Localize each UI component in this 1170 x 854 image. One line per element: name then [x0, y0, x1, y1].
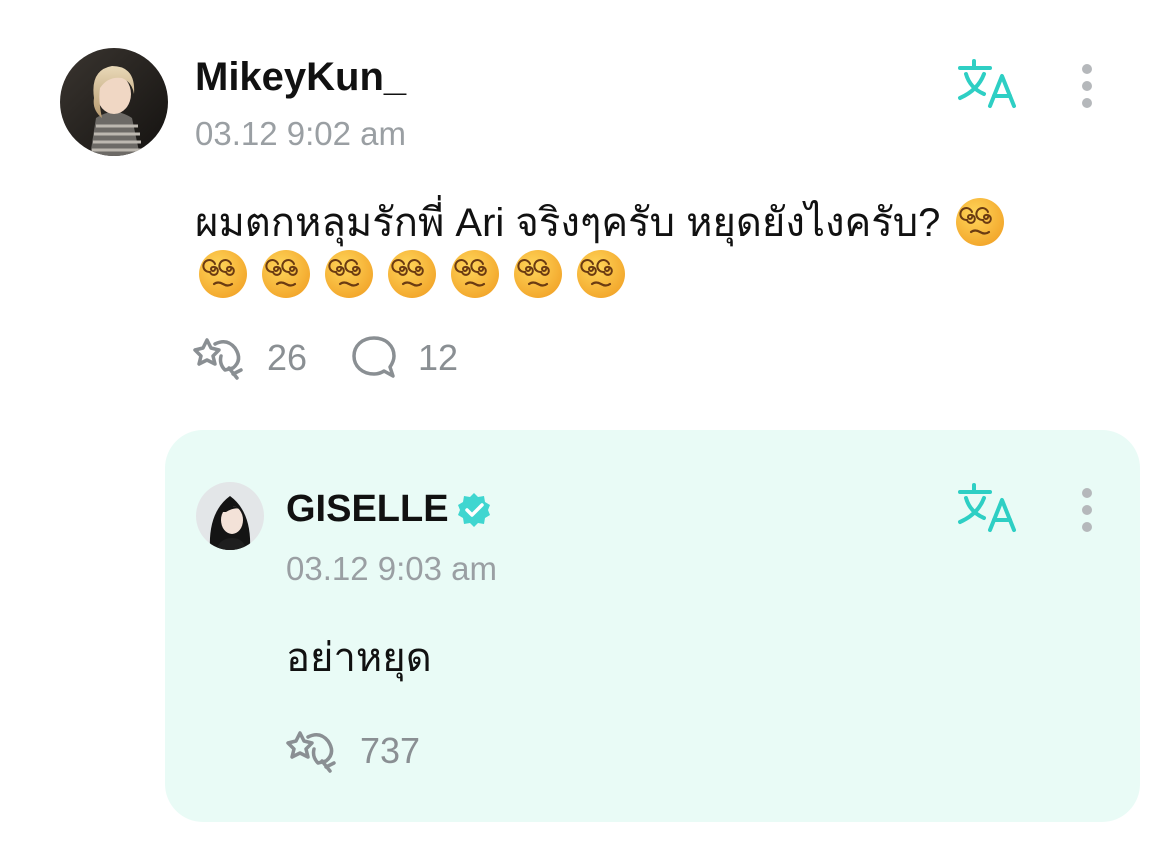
reply-like-count: 737	[360, 730, 421, 771]
reply-username-row: GISELLE	[286, 488, 493, 531]
reply-more-options-icon[interactable]	[1078, 486, 1096, 541]
more-options-icon[interactable]	[1078, 62, 1096, 117]
post-username[interactable]: MikeyKun_	[195, 55, 406, 100]
face-with-spiral-eyes-icon	[449, 248, 501, 300]
avatar-giselle[interactable]	[196, 482, 264, 550]
post-text: ผมตกหลุมรักพี่ Ari จริงๆครับ หยุดยังไงคร…	[195, 190, 1006, 254]
post-comment-button[interactable]: 12	[350, 334, 458, 382]
face-with-spiral-eyes-icon	[955, 196, 1006, 248]
reply-timestamp: 03.12 9:03 am	[286, 550, 497, 587]
post-like-count: 26	[267, 337, 308, 378]
avatar-mikeykun[interactable]	[60, 48, 168, 156]
face-with-spiral-eyes-icon	[260, 248, 312, 300]
cheer-icon	[193, 338, 243, 380]
comment-bubble-icon	[352, 336, 396, 378]
translate-icon[interactable]	[956, 58, 1020, 115]
reply-like-button[interactable]: 737	[286, 727, 420, 775]
post-timestamp: 03.12 9:02 am	[195, 115, 406, 152]
face-with-spiral-eyes-icon	[323, 248, 375, 300]
cheer-icon	[286, 731, 336, 773]
emoji-row	[197, 248, 627, 300]
face-with-spiral-eyes-icon	[197, 248, 249, 300]
reply-translate-icon[interactable]	[956, 482, 1020, 539]
verified-badge-icon	[457, 492, 490, 527]
face-with-spiral-eyes-icon	[575, 248, 627, 300]
reply-text: อย่าหยุด	[286, 636, 432, 680]
post-text-content: ผมตกหลุมรักพี่ Ari จริงๆครับ หยุดยังไงคร…	[195, 201, 941, 245]
post-like-button[interactable]: 26	[193, 334, 307, 382]
reply-username[interactable]: GISELLE	[286, 488, 449, 531]
post-comment-count: 12	[418, 337, 459, 378]
face-with-spiral-eyes-icon	[512, 248, 564, 300]
face-with-spiral-eyes-icon	[386, 248, 438, 300]
